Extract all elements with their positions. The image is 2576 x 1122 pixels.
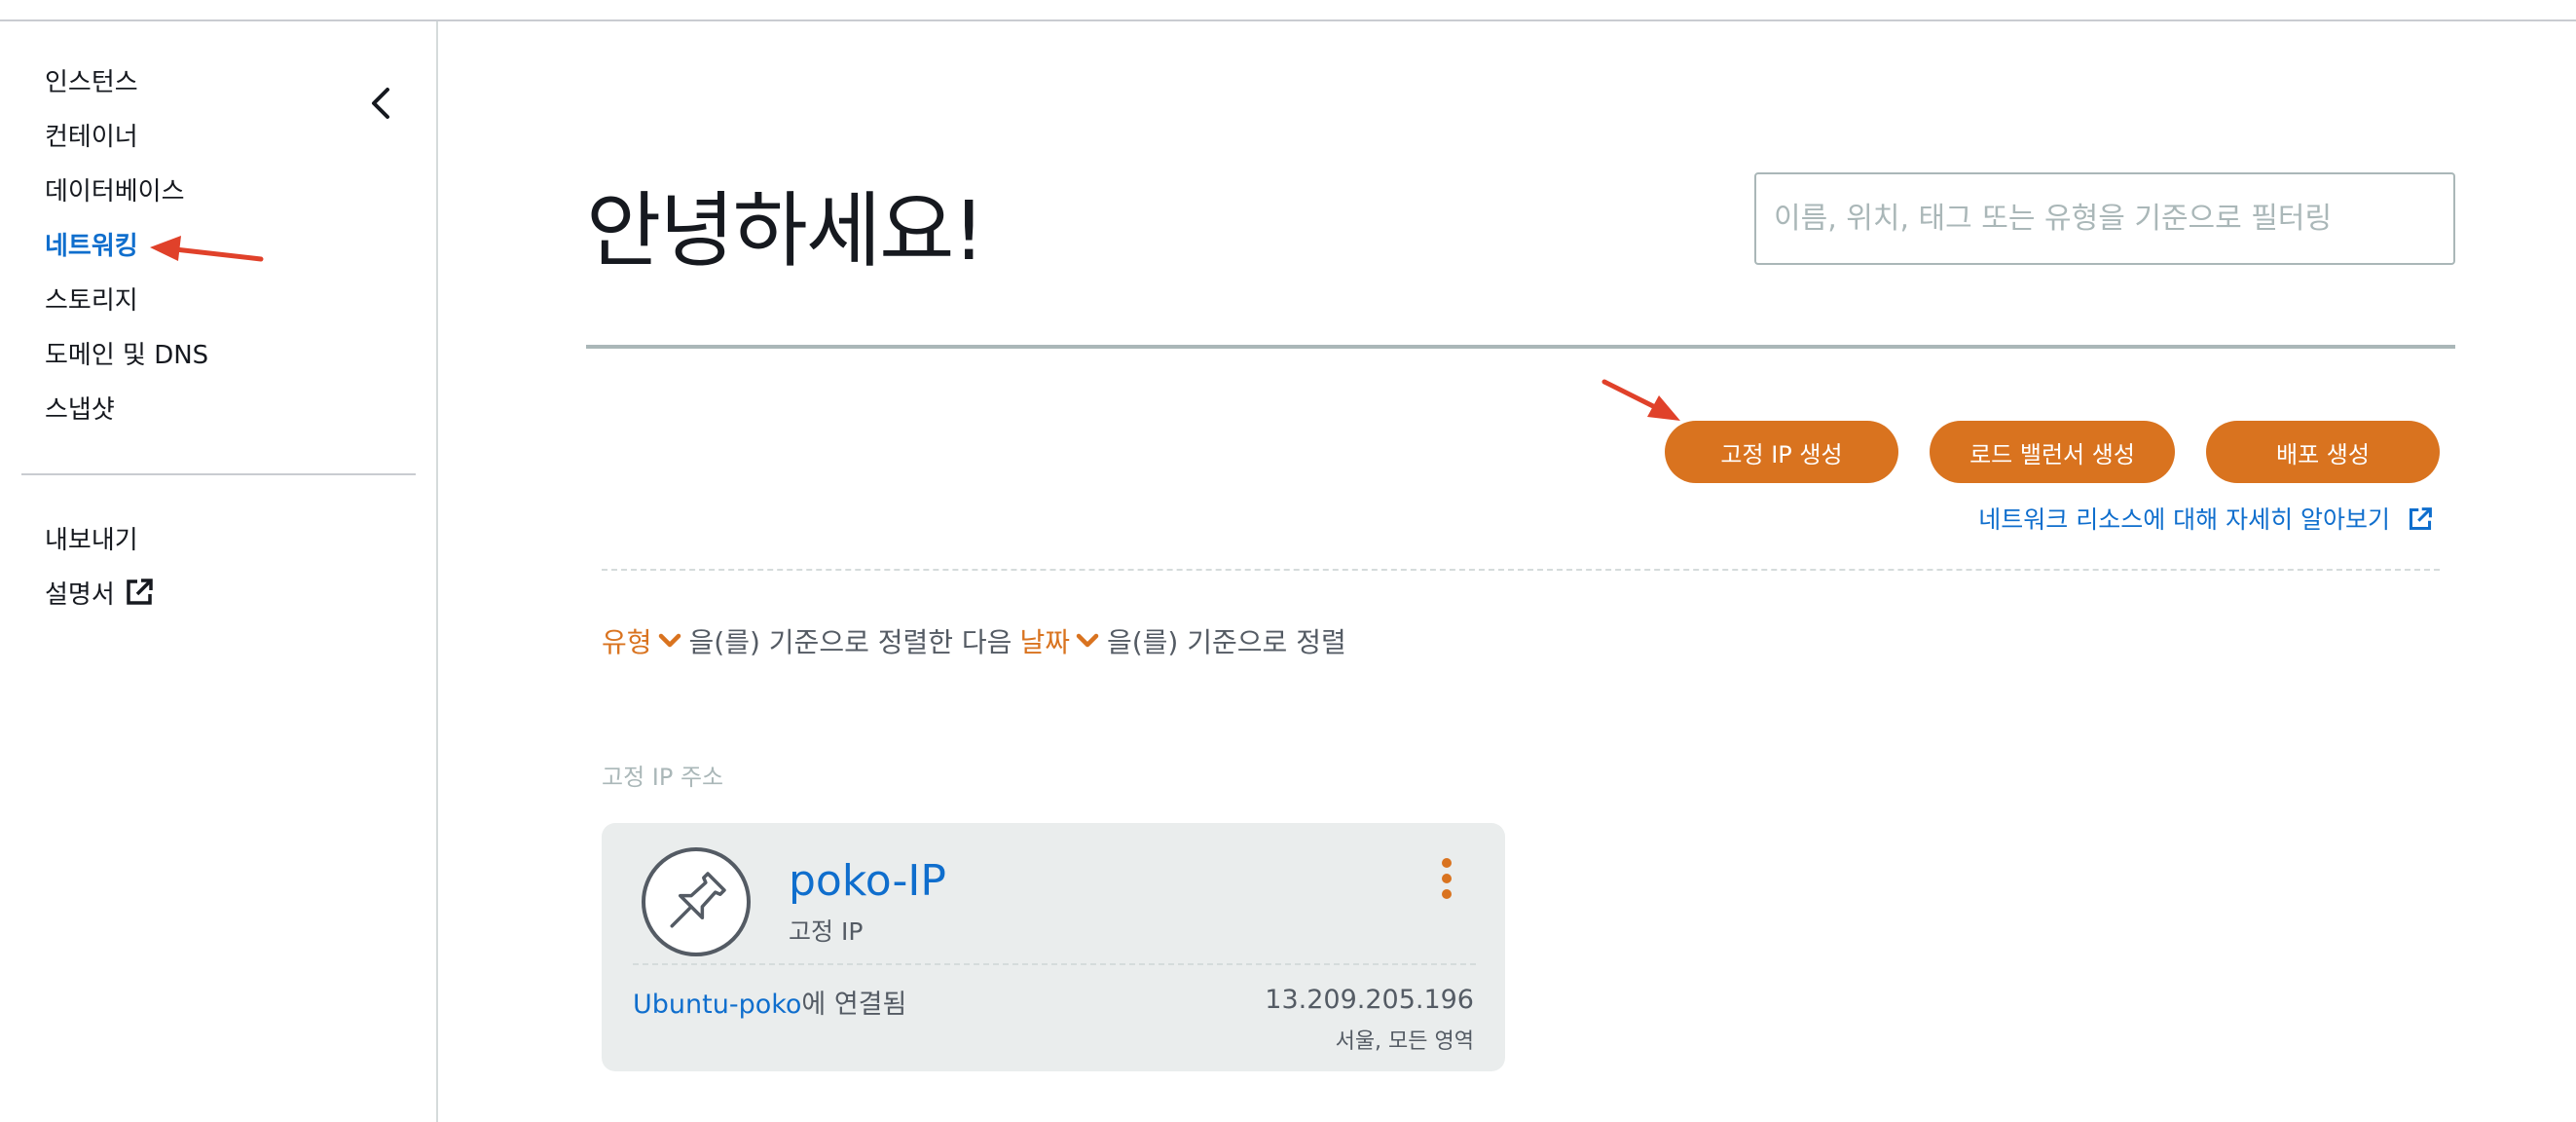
sort-controls: 유형 을(를) 기준으로 정렬한 다음 날짜 을(를) 기준으로 정렬	[602, 621, 1346, 660]
sort-key-type[interactable]: 유형	[602, 621, 689, 660]
learn-more-link[interactable]: 네트워크 리소스에 대해 자세히 알아보기	[1978, 501, 2433, 536]
external-link-icon	[2409, 507, 2432, 531]
sidebar-item-databases[interactable]: 데이터베이스	[45, 171, 185, 207]
resource-name-link[interactable]: poko-IP	[789, 856, 946, 906]
pushpin-icon	[642, 847, 751, 956]
header-divider	[586, 345, 2455, 349]
sidebar-item-instances[interactable]: 인스턴스	[45, 62, 138, 98]
arrow-to-create-static-ip	[1601, 379, 1680, 421]
create-load-balancer-button[interactable]: 로드 밸런서 생성	[1930, 421, 2175, 483]
chevron-left-icon[interactable]	[364, 80, 399, 127]
sidebar-item-label: 설명서	[45, 580, 115, 610]
chevron-down-icon	[1076, 633, 1099, 648]
resource-type: 고정 IP	[789, 917, 864, 946]
chevron-down-icon	[658, 633, 681, 648]
sort-key-label: 유형	[602, 626, 652, 658]
create-static-ip-button[interactable]: 고정 IP 생성	[1665, 421, 1898, 483]
attachment-suffix: 에 연결됨	[801, 990, 907, 1020]
sort-key-date[interactable]: 날짜	[1019, 621, 1107, 660]
sort-key-label: 날짜	[1019, 626, 1070, 658]
search-input[interactable]	[1754, 172, 2455, 265]
sidebar: 인스턴스 컨테이너 데이터베이스 네트워킹 스토리지 도메인 및 DNS 스냅샷…	[0, 21, 438, 1122]
external-link-icon	[127, 579, 153, 605]
sidebar-item-export[interactable]: 내보내기	[45, 520, 138, 556]
static-ip-card[interactable]: poko-IP 고정 IP Ubuntu-poko에 연결됨 13.209.20…	[602, 823, 1505, 1071]
sidebar-item-storage[interactable]: 스토리지	[45, 280, 138, 317]
page-title: 안녕하세요!	[586, 183, 985, 279]
region-label: 서울, 모든 영역	[1335, 1029, 1474, 1054]
section-heading: 고정 IP 주소	[602, 764, 724, 791]
sidebar-item-snapshots[interactable]: 스냅샷	[45, 390, 115, 426]
sidebar-item-networking[interactable]: 네트워킹	[45, 226, 138, 262]
sort-text: 을(를) 기준으로 정렬	[1106, 626, 1346, 658]
section-divider	[602, 569, 2440, 571]
sidebar-item-documentation[interactable]: 설명서	[45, 575, 154, 611]
card-divider	[633, 963, 1476, 965]
ip-address: 13.209.205.196	[1265, 985, 1474, 1015]
create-distribution-button[interactable]: 배포 생성	[2206, 421, 2440, 483]
sidebar-item-containers[interactable]: 컨테이너	[45, 117, 138, 153]
learn-more-label: 네트워크 리소스에 대해 자세히 알아보기	[1978, 505, 2391, 534]
sidebar-divider	[21, 473, 416, 475]
sort-text: 을(를) 기준으로 정렬한 다음	[688, 626, 1012, 658]
attached-instance-link[interactable]: Ubuntu-poko	[633, 990, 801, 1020]
sidebar-item-domains-dns[interactable]: 도메인 및 DNS	[45, 335, 208, 371]
attachment-status: Ubuntu-poko에 연결됨	[633, 983, 906, 1021]
kebab-menu-icon[interactable]	[1437, 856, 1456, 901]
